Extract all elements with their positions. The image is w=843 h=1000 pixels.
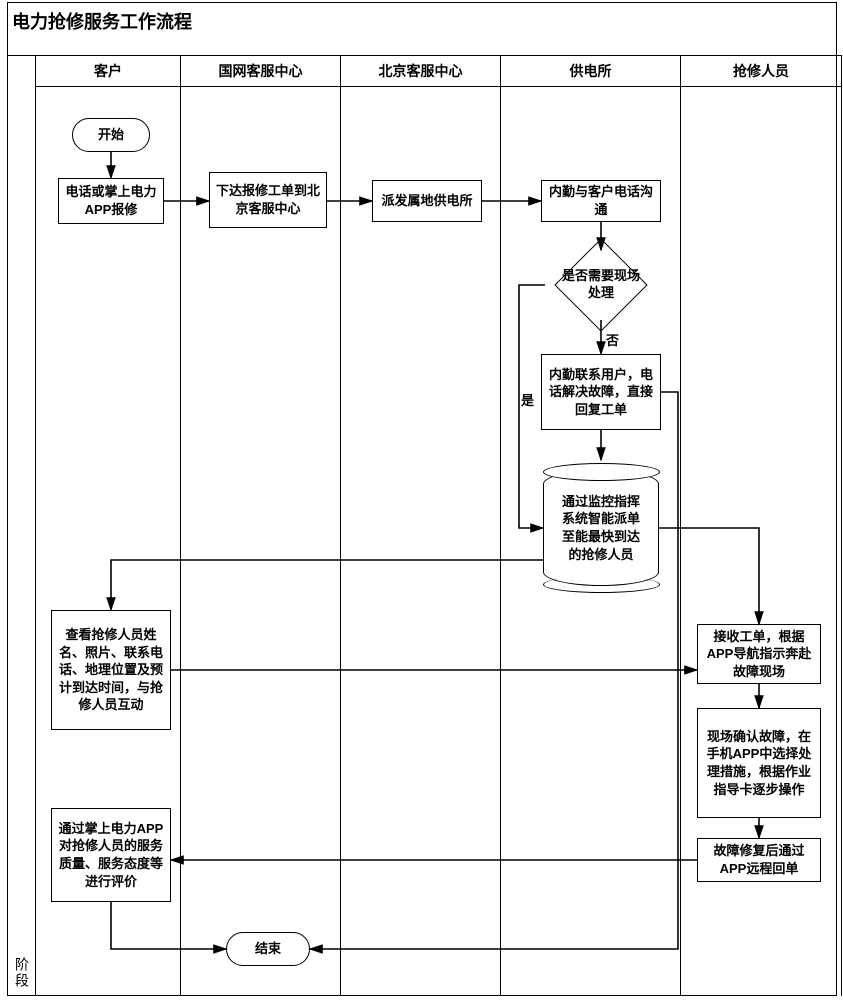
flowchart-frame: 电力抢修服务工作流程 阶段 客户 国网客服中心 北京客服中心 供电所 抢修人员 …: [0, 0, 843, 1000]
node-report: 电话或掌上电力APP报修: [58, 178, 164, 224]
node-start: 开始: [72, 118, 150, 152]
node-end: 结束: [226, 932, 310, 966]
node-phone-resolve: 内勤联系用户，电话解决故障，直接回复工单: [541, 354, 661, 430]
lane-header: 供电所: [501, 56, 680, 87]
diagram-title: 电力抢修服务工作流程: [12, 8, 192, 34]
node-customer-view: 查看抢修人员姓名、照片、联系电话、地理位置及预计到达时间，与抢修人员互动: [51, 610, 171, 730]
node-onsite-ops: 现场确认故障，在手机APP中选择处理措施，根据作业指导卡逐步操作: [697, 708, 821, 818]
node-decision-onsite: 是否需要现场处理: [545, 250, 657, 320]
node-close-ticket: 故障修复后通过APP远程回单: [697, 838, 821, 882]
node-smart-dispatch: 通过监控指挥系统智能派单至能最快到达的抢修人员: [543, 470, 659, 586]
node-issue-ticket: 下达报修工单到北京客服中心: [209, 172, 327, 228]
lane-header: 抢修人员: [681, 56, 841, 87]
node-customer-rate: 通过掌上电力APP对抢修人员的服务质量、服务态度等进行评价: [51, 808, 171, 902]
lane-header: 国网客服中心: [181, 56, 340, 87]
node-dispatch-local: 派发属地供电所: [372, 180, 482, 222]
lane-header: 北京客服中心: [341, 56, 500, 87]
node-back-office: 内勤与客户电话沟通: [541, 180, 661, 222]
edge-label-no: 否: [606, 330, 619, 349]
node-receive-nav: 接收工单，根据APP导航指示奔赴故障现场: [697, 624, 821, 684]
edge-label-yes: 是: [521, 390, 534, 409]
lane-header: 客户: [36, 56, 180, 87]
